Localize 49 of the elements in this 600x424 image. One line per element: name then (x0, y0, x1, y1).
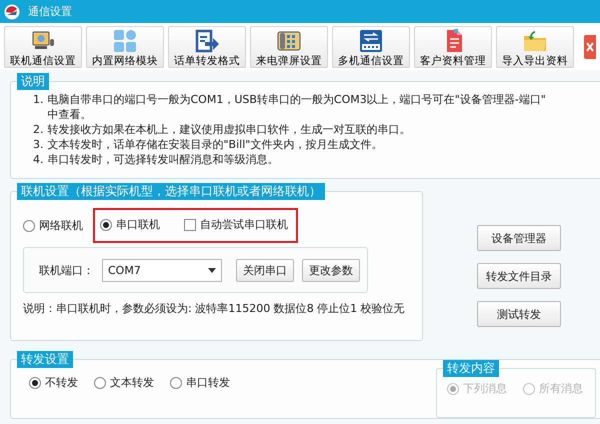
toolbar-button[interactable]: 内置网络模块 (86, 26, 164, 68)
toolbar-button[interactable]: 来电弹屏设置 (250, 26, 328, 68)
folder-icon (522, 29, 548, 53)
toolbar-button[interactable]: 话单转发格式 (168, 26, 246, 68)
checkbox-label[interactable]: 自动尝试串口联机 (200, 217, 288, 232)
note-text: 文本转发时，话单存储在安装目录的"Bill"文件夹内，按月生成文件。 (48, 137, 382, 152)
window-title: 通信设置 (28, 4, 72, 19)
radio-button[interactable] (29, 376, 41, 388)
toolbar-button[interactable]: 联机通信设置 (4, 26, 82, 68)
checkbox[interactable] (184, 218, 196, 230)
radio-label[interactable]: 不转发 (45, 375, 78, 390)
close-icon[interactable] (584, 35, 596, 59)
section-header: 转发内容 (443, 360, 499, 377)
list-number: 1. (33, 92, 44, 108)
document-arrow-icon (194, 29, 220, 53)
radio-button[interactable] (170, 376, 182, 388)
phone-icon (276, 29, 302, 53)
action-button[interactable]: 转发文件目录 (477, 263, 561, 289)
list-number: 4. (33, 152, 44, 167)
radio-button[interactable] (100, 218, 112, 230)
list-number: 2. (33, 122, 44, 137)
note-text: 电脑自带串口的端口号一般为COM1，USB转串口的一般为COM3以上，端口号可在"设备管理器-端口" (48, 92, 546, 107)
action-button[interactable]: 更改参数 (302, 258, 360, 282)
action-button[interactable]: 测试转发 (477, 301, 561, 327)
action-button[interactable]: 关闭串口 (236, 258, 294, 282)
note-text: 转发接收方如果在本机上，建议使用虚拟串口软件，生成一对互联的串口。 (48, 122, 410, 137)
switch-icon (358, 29, 384, 53)
radio-label[interactable]: 文本转发 (110, 375, 154, 390)
toolbar-button[interactable]: 客户资料管理 (414, 26, 492, 68)
radio-label[interactable]: 串口转发 (186, 375, 230, 390)
caret-icon (208, 268, 216, 272)
port-dropdown[interactable]: COM7 (102, 258, 222, 282)
radio-button[interactable] (23, 220, 35, 232)
list-number: 3. (33, 137, 44, 152)
toolbar-button[interactable]: 多机通信设置 (332, 26, 410, 68)
section-header: 转发设置 (17, 351, 73, 368)
radio-label[interactable]: 网络联机 (39, 218, 83, 233)
logo-icon (4, 4, 20, 20)
section-header: 说明 (17, 73, 49, 90)
field-label: 联机端口： (39, 262, 94, 278)
toolbar-button[interactable]: 导入导出资料 (496, 26, 574, 68)
grid-icon (112, 29, 138, 53)
note-text: 串口转发时，可选择转发叫醒消息和等级消息。 (48, 152, 278, 167)
section-header: 联机设置（根据实际机型，选择串口联机或者网络联机） (17, 183, 325, 200)
note-text: 说明：串口联机时，参数必须设为: 波特率115200 数据位8 停止位1 校验位无 (23, 301, 406, 316)
radio-button[interactable] (94, 376, 106, 388)
note-text: 中查看。 (48, 107, 92, 122)
radio-label[interactable]: 串口联机 (116, 217, 160, 232)
action-button[interactable]: 设备管理器 (477, 225, 561, 251)
